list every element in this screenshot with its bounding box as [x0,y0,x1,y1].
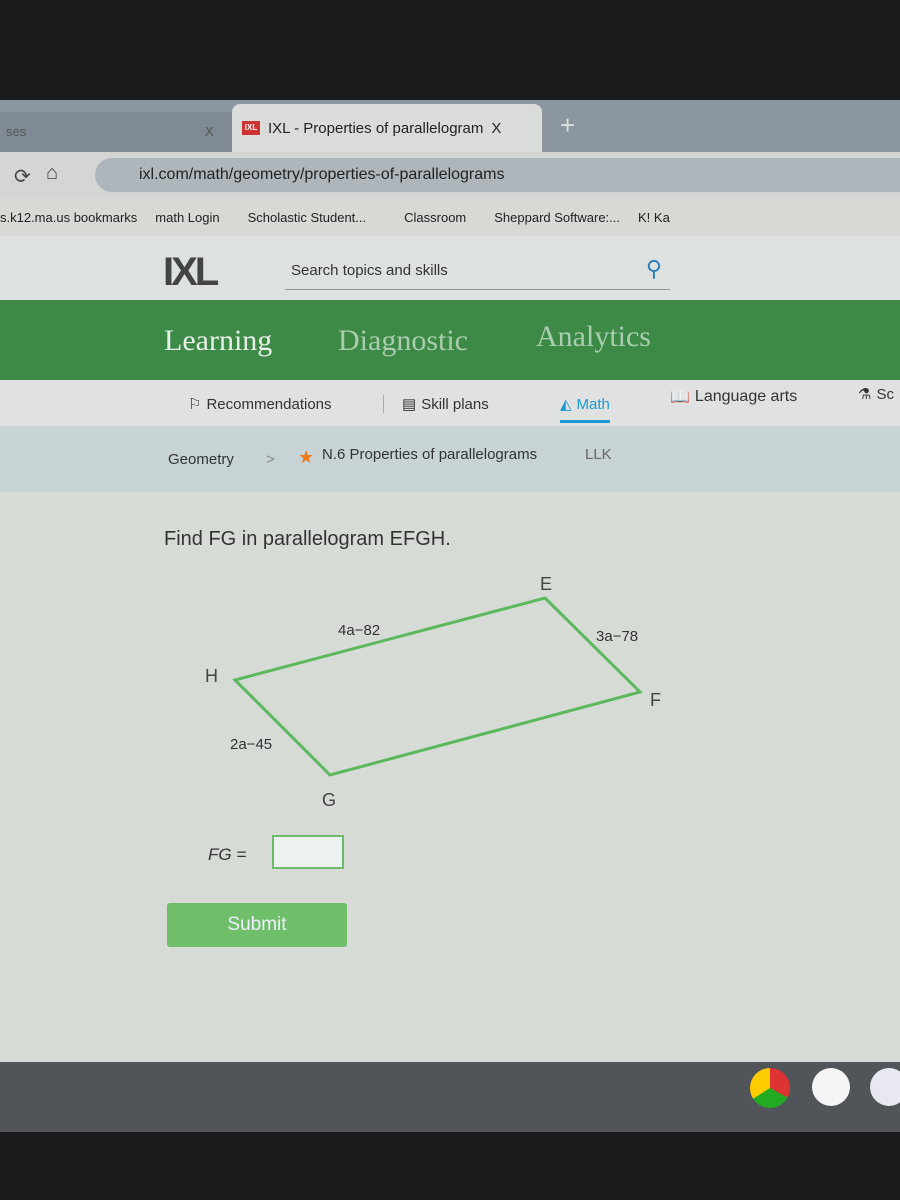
parallelogram-diagram [232,596,643,777]
submit-button[interactable]: Submit [167,903,347,947]
fg-answer-input[interactable] [272,835,344,869]
classroom-app-icon[interactable] [812,1068,850,1106]
app-icon[interactable] [870,1068,900,1106]
vertex-f: F [650,690,661,710]
side-hg-label: 2a−45 [230,736,273,753]
parallelogram-efgh [232,596,643,777]
vertex-g: G [322,790,337,810]
side-ef-label: 3a−78 [596,628,639,645]
vertex-e: E [540,574,553,594]
vertex-h: H [205,666,218,686]
answer-label: FG = [208,845,247,864]
side-eh-label: 4a−82 [338,622,381,639]
chrome-icon[interactable] [750,1068,790,1108]
